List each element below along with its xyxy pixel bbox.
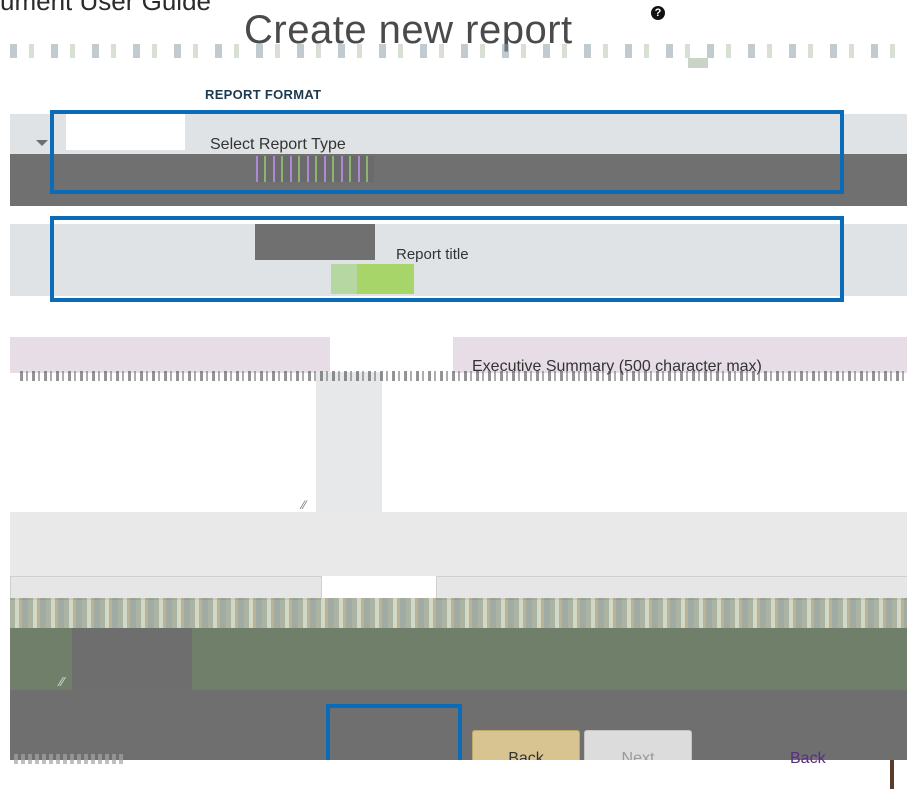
resize-handle-icon[interactable]: ⁄⁄ xyxy=(60,674,64,689)
lower-right-field[interactable] xyxy=(436,576,907,600)
lower-left-field[interactable] xyxy=(10,576,322,600)
report-format-section-label: REPORT FORMAT xyxy=(205,87,322,102)
report-type-highlight-frame xyxy=(50,110,844,194)
lower-panel-block xyxy=(72,628,192,690)
header-divider xyxy=(10,44,905,58)
footer-artifact xyxy=(14,754,124,764)
content-area xyxy=(10,512,907,576)
page-bottom-edge xyxy=(0,760,907,789)
help-icon[interactable]: ? xyxy=(651,6,665,20)
chevron-down-icon[interactable] xyxy=(36,140,48,146)
resize-handle-icon[interactable]: ⁄⁄ xyxy=(302,498,306,512)
document-running-title: ument User Guide xyxy=(0,0,211,16)
report-title-highlight-frame xyxy=(50,216,844,302)
page: ument User Guide Create new report ? REP… xyxy=(0,0,907,789)
text-row-artifact xyxy=(20,371,907,381)
left-textarea-header[interactable] xyxy=(10,337,330,373)
back-link[interactable]: Back xyxy=(790,750,826,768)
lower-row-artifact xyxy=(10,598,907,628)
left-textarea[interactable] xyxy=(316,372,382,512)
header-artifact xyxy=(688,58,708,68)
page-edge-marker xyxy=(890,760,894,789)
